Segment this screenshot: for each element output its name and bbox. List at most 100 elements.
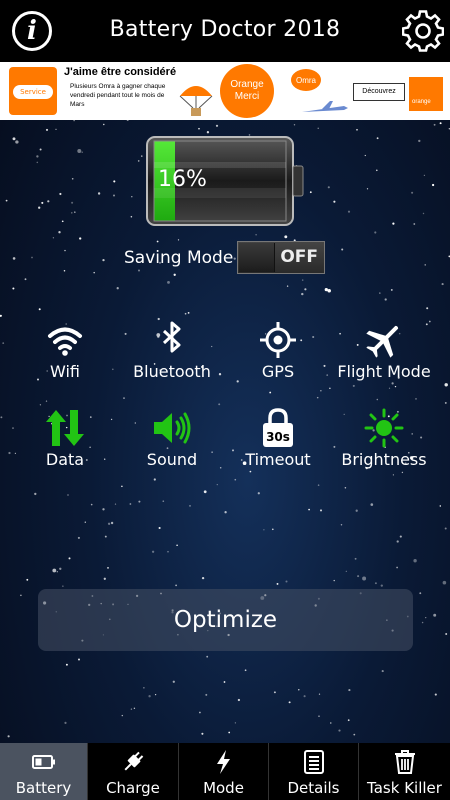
star (301, 279, 304, 281)
nav-task-killer[interactable]: Task Killer (359, 743, 450, 800)
star (36, 155, 39, 158)
star (276, 582, 279, 585)
star (65, 663, 68, 666)
ad-body-text: Plusieurs Omra à gagner chaque vendredi … (70, 83, 166, 108)
star (63, 269, 66, 272)
star (320, 390, 322, 392)
nav-details[interactable]: Details (269, 743, 359, 800)
gps-toggle[interactable]: GPS (223, 320, 333, 390)
star (288, 701, 291, 704)
lightning-icon (216, 750, 230, 774)
timeout-setting[interactable]: 30s Timeout (223, 408, 333, 478)
brightness-setting[interactable]: Brightness (329, 408, 439, 478)
nav-battery[interactable]: Battery (0, 743, 88, 800)
star (71, 178, 74, 180)
star (153, 478, 156, 481)
flight-mode-toggle[interactable]: Flight Mode (329, 320, 439, 390)
nav-mode[interactable]: Mode (179, 743, 269, 800)
star (137, 160, 140, 162)
star (233, 257, 236, 260)
star (318, 693, 321, 695)
star (396, 566, 398, 569)
gear-icon[interactable] (402, 10, 444, 52)
sun-icon (364, 408, 404, 448)
nav-charge[interactable]: Charge (88, 743, 179, 800)
bluetooth-toggle[interactable]: Bluetooth (117, 320, 227, 390)
star (415, 398, 417, 400)
ad-banner[interactable]: Service J'aime être considéré Plusieurs … (0, 62, 450, 120)
star (413, 223, 416, 225)
star (216, 483, 218, 486)
star (107, 522, 111, 525)
orange-logo: orange (409, 77, 443, 111)
star (162, 500, 165, 503)
star (59, 567, 62, 570)
star (52, 568, 57, 573)
star (308, 508, 310, 511)
star (379, 292, 381, 294)
star (431, 183, 435, 187)
star (130, 708, 133, 710)
star (187, 312, 190, 314)
wifi-toggle[interactable]: Wifi (10, 320, 120, 390)
star (84, 521, 86, 523)
star (304, 288, 307, 291)
timeout-value: 30s (266, 430, 290, 444)
star (273, 691, 276, 694)
star (223, 681, 226, 683)
star (364, 154, 366, 157)
star (439, 505, 442, 507)
data-toggle[interactable]: Data (10, 408, 120, 478)
star (103, 577, 106, 580)
star (355, 509, 358, 512)
star (442, 580, 447, 585)
star (138, 500, 141, 503)
star (284, 235, 288, 239)
star (255, 234, 257, 236)
star (138, 269, 140, 272)
star (52, 237, 55, 239)
star (97, 192, 101, 195)
star (319, 509, 323, 512)
star (366, 188, 369, 190)
star (206, 131, 210, 134)
star (423, 174, 426, 177)
star (269, 391, 272, 394)
star (206, 655, 209, 658)
star (121, 714, 124, 717)
star (77, 149, 82, 153)
star (78, 658, 80, 661)
star (341, 248, 344, 251)
star (205, 693, 208, 696)
saving-mode-toggle[interactable]: OFF (237, 241, 325, 274)
star (426, 307, 429, 310)
optimize-button[interactable]: Optimize (38, 589, 413, 651)
sound-toggle[interactable]: Sound (117, 408, 227, 478)
nav-battery-label: Battery (15, 779, 72, 797)
star (154, 693, 157, 696)
star (12, 257, 16, 260)
ad-orange-merci-badge: Orange Merci (220, 64, 274, 118)
star (445, 633, 448, 635)
star (218, 403, 221, 406)
star (333, 200, 336, 203)
star (15, 140, 19, 144)
star (71, 212, 73, 214)
airplane-icon (366, 325, 399, 358)
star (113, 194, 115, 197)
star (167, 550, 169, 553)
star (433, 613, 437, 617)
star (244, 669, 247, 672)
star (173, 273, 176, 276)
timeout-lock-icon: 30s (263, 408, 293, 447)
star (199, 711, 201, 714)
star (418, 139, 421, 143)
star (433, 123, 436, 126)
star (41, 201, 44, 204)
star (411, 191, 414, 194)
star (71, 201, 74, 204)
star (390, 288, 393, 291)
star (316, 396, 319, 399)
ad-discover-button[interactable]: Découvrez (353, 83, 405, 101)
nav-charge-label: Charge (106, 779, 160, 797)
